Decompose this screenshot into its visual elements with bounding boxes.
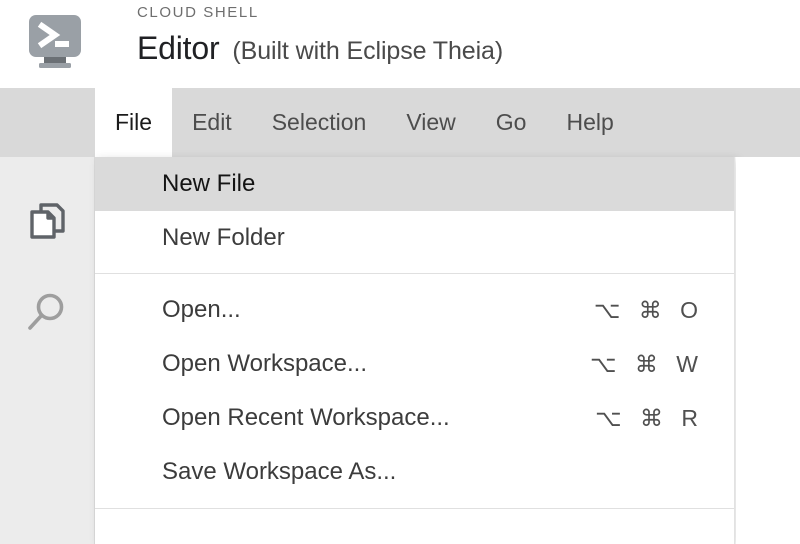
menu-go[interactable]: Go: [476, 88, 547, 157]
sidebar-item-explorer[interactable]: [21, 197, 73, 249]
menu-item-label: Open...: [162, 296, 241, 323]
menu-item-save-workspace-as[interactable]: Save Workspace As...: [95, 445, 734, 499]
search-icon: [25, 291, 69, 340]
menu-separator: [95, 273, 734, 274]
sidebar-item-search[interactable]: [21, 289, 73, 341]
menu-view[interactable]: View: [386, 88, 475, 157]
menu-item-label: Open Recent Workspace...: [162, 404, 450, 431]
file-menu-dropdown: New File New Folder Open... ⌥ ⌘ O Open W…: [95, 157, 735, 544]
menu-edit[interactable]: Edit: [172, 88, 252, 157]
menu-item-new-file[interactable]: New File: [95, 157, 734, 211]
menu-selection[interactable]: Selection: [252, 88, 387, 157]
page-title-main: Editor: [137, 30, 220, 66]
menu-item-label: Open Workspace...: [162, 350, 367, 377]
menu-item-label: Save Workspace As...: [162, 458, 397, 485]
editor-background: [736, 157, 800, 544]
files-icon: [25, 199, 69, 248]
menu-item-label: New Folder: [162, 224, 285, 251]
menu-file[interactable]: File: [95, 88, 173, 157]
menu-help[interactable]: Help: [546, 88, 633, 157]
cloud-shell-terminal-icon: [22, 14, 88, 74]
menu-item-label: New File: [162, 170, 256, 197]
header-text-block: CLOUD SHELL Editor (Built with Eclipse T…: [137, 3, 503, 67]
page-title-subtitle: (Built with Eclipse Theia): [232, 37, 504, 65]
menu-item-shortcut: ⌥ ⌘ W: [590, 350, 704, 377]
product-kicker: CLOUD SHELL: [137, 4, 259, 21]
menu-bar-items: File Edit Selection View Go Help: [95, 88, 634, 157]
menu-item-shortcut: ⌥ ⌘ R: [595, 404, 704, 431]
menu-item-open[interactable]: Open... ⌥ ⌘ O: [95, 283, 734, 337]
menu-item-open-workspace[interactable]: Open Workspace... ⌥ ⌘ W: [95, 337, 734, 391]
menu-item-open-recent-workspace[interactable]: Open Recent Workspace... ⌥ ⌘ R: [95, 391, 734, 445]
page-header: CLOUD SHELL Editor (Built with Eclipse T…: [0, 0, 800, 88]
menu-separator-bottom: [95, 508, 734, 509]
activity-bar: [0, 157, 95, 544]
menu-bar: File Edit Selection View Go Help: [0, 88, 800, 157]
menu-item-shortcut: ⌥ ⌘ O: [593, 296, 704, 323]
menu-item-new-folder[interactable]: New Folder: [95, 211, 734, 265]
page-title: Editor (Built with Eclipse Theia): [137, 30, 503, 67]
